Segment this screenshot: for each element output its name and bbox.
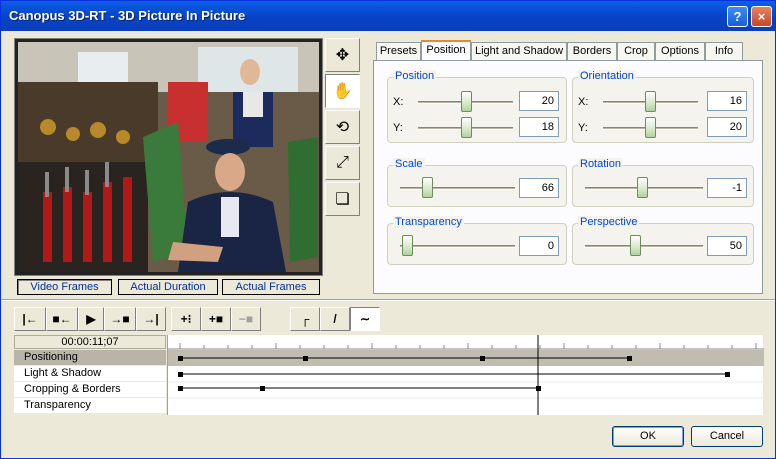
- title-bar: Canopus 3D-RT - 3D Picture In Picture ? …: [1, 1, 775, 31]
- orientation-y-label: Y:: [578, 122, 588, 134]
- hand-tool-button[interactable]: ✋: [325, 74, 360, 108]
- tab-options[interactable]: Options: [655, 42, 705, 60]
- move-tool-button[interactable]: ✥: [325, 38, 360, 72]
- transparency-input[interactable]: 0: [519, 236, 559, 256]
- rotation-slider[interactable]: [637, 177, 648, 198]
- perspective-track: [585, 245, 703, 248]
- transparency-group-label: Transparency: [393, 216, 464, 228]
- go-to-end-button[interactable]: →|: [136, 307, 166, 331]
- scale-track: [400, 187, 515, 190]
- position-group-label: Position: [393, 70, 437, 82]
- scale-tool-button[interactable]: ⤢: [325, 146, 360, 180]
- add-keyframe-icon: +■: [208, 312, 224, 326]
- track-light-and-shadow[interactable]: Light & Shadow: [14, 366, 166, 382]
- position-x-input[interactable]: 20: [519, 91, 559, 111]
- play-icon: ▶: [86, 312, 96, 326]
- rotate-icon: ⟲: [335, 119, 350, 136]
- timecode-display: 00:00:11;07: [14, 335, 166, 349]
- smooth-curve-icon: ∼: [359, 312, 371, 326]
- go-to-start-icon: |←: [22, 312, 38, 326]
- hold-interpolation-button[interactable]: ┌: [290, 307, 320, 331]
- tab-presets[interactable]: Presets: [376, 42, 421, 60]
- position-group: Position X: 20 Y: 18: [387, 70, 567, 143]
- scale-icon: ⤢: [336, 154, 349, 171]
- rotation-group-label: Rotation: [578, 158, 623, 170]
- orientation-group-label: Orientation: [578, 70, 636, 82]
- add-all-keyframes-button[interactable]: +⁝: [171, 307, 201, 331]
- transparency-group: Transparency 0: [387, 216, 567, 265]
- position-y-slider[interactable]: [461, 117, 472, 138]
- window-title: Canopus 3D-RT - 3D Picture In Picture: [9, 8, 246, 23]
- linear-interpolation-button[interactable]: /: [320, 307, 350, 331]
- perspective-input[interactable]: 50: [707, 236, 747, 256]
- perspective-slider[interactable]: [630, 235, 641, 256]
- close-button[interactable]: ×: [751, 6, 772, 27]
- tool-column: ✥ ✋ ⟲ ⤢ ❏: [325, 38, 361, 216]
- tab-crop[interactable]: Crop: [617, 42, 655, 60]
- orientation-group: Orientation X: 16 Y: 20: [572, 70, 754, 143]
- smooth-interpolation-button[interactable]: ∼: [350, 307, 380, 331]
- rotation-input[interactable]: -1: [707, 178, 747, 198]
- shadow-icon: ❏: [335, 191, 350, 208]
- tab-borders[interactable]: Borders: [567, 42, 617, 60]
- perspective-group-label: Perspective: [578, 216, 640, 228]
- track-positioning[interactable]: Positioning: [14, 350, 166, 366]
- hand-icon: ✋: [332, 83, 353, 100]
- scale-group: Scale 66: [387, 158, 567, 207]
- scale-slider[interactable]: [422, 177, 433, 198]
- preview-panel: [14, 38, 323, 276]
- track-transparency[interactable]: Transparency: [14, 398, 166, 414]
- position-y-input[interactable]: 18: [519, 117, 559, 137]
- actual-duration-button[interactable]: Actual Duration: [118, 279, 218, 295]
- orientation-y-input[interactable]: 20: [707, 117, 747, 137]
- rotation-group: Rotation -1: [572, 158, 754, 207]
- go-to-end-icon: →|: [143, 312, 159, 326]
- timeline-graphic: [168, 335, 764, 415]
- delete-keyframe-button[interactable]: −■: [231, 307, 261, 331]
- perspective-group: Perspective 50: [572, 216, 754, 265]
- actual-frames-button[interactable]: Actual Frames: [222, 279, 320, 295]
- transparency-slider[interactable]: [402, 235, 413, 256]
- play-button[interactable]: ▶: [78, 307, 104, 331]
- linear-curve-icon: /: [333, 312, 337, 326]
- go-to-start-button[interactable]: |←: [14, 307, 46, 331]
- scale-input[interactable]: 66: [519, 178, 559, 198]
- orientation-x-slider[interactable]: [645, 91, 656, 112]
- section-divider: [1, 299, 775, 301]
- orientation-y-slider[interactable]: [645, 117, 656, 138]
- transparency-track: [400, 245, 515, 248]
- position-tab-panel: Position X: 20 Y: 18 Orientation X: 16 Y…: [373, 60, 763, 294]
- move-icon: ✥: [335, 47, 350, 64]
- help-button[interactable]: ?: [727, 6, 748, 27]
- preview-image: [18, 42, 319, 272]
- video-frames-button[interactable]: Video Frames: [17, 279, 112, 295]
- add-keyframe-button[interactable]: +■: [201, 307, 231, 331]
- shadow-tool-button[interactable]: ❏: [325, 182, 360, 216]
- tab-info[interactable]: Info: [705, 42, 743, 60]
- next-keyframe-icon: →■: [110, 312, 130, 326]
- tab-position[interactable]: Position: [421, 40, 471, 61]
- scale-group-label: Scale: [393, 158, 425, 170]
- track-cropping-and-borders[interactable]: Cropping & Borders: [14, 382, 166, 398]
- ok-button[interactable]: OK: [612, 426, 684, 447]
- previous-keyframe-button[interactable]: ■←: [46, 307, 78, 331]
- position-x-slider[interactable]: [461, 91, 472, 112]
- rotate-tool-button[interactable]: ⟲: [325, 110, 360, 144]
- add-all-keyframes-icon: +⁝: [180, 312, 192, 326]
- previous-keyframe-icon: ■←: [52, 312, 72, 326]
- keyframe-timeline[interactable]: [167, 335, 764, 415]
- position-y-label: Y:: [393, 122, 403, 134]
- delete-keyframe-icon: −■: [238, 312, 254, 326]
- orientation-x-input[interactable]: 16: [707, 91, 747, 111]
- orientation-x-label: X:: [578, 96, 589, 108]
- step-curve-icon: ┌: [300, 312, 310, 326]
- cancel-button[interactable]: Cancel: [691, 426, 763, 447]
- tab-light-and-shadow[interactable]: Light and Shadow: [471, 42, 567, 60]
- position-x-label: X:: [393, 96, 404, 108]
- dialog-window: Canopus 3D-RT - 3D Picture In Picture ? …: [0, 0, 776, 459]
- next-keyframe-button[interactable]: →■: [104, 307, 136, 331]
- track-list: Positioning Light & Shadow Cropping & Bo…: [14, 350, 166, 414]
